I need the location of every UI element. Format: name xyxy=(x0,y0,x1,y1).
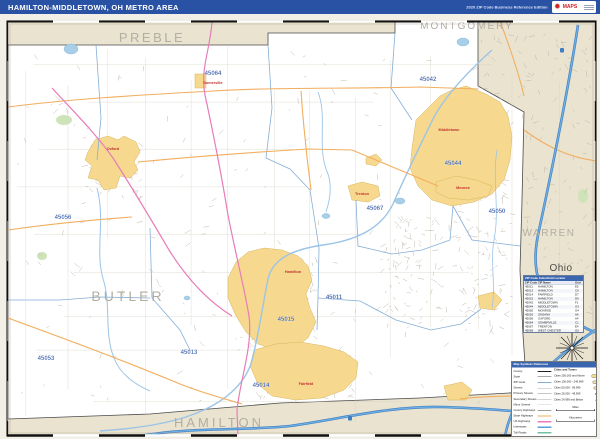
legend-item: Toll Roads xyxy=(514,430,555,436)
line-sample xyxy=(538,410,552,411)
line-sample xyxy=(538,421,552,422)
town-label-trenton: Trenton xyxy=(355,192,370,196)
county-label-butler: BUTLER xyxy=(91,288,164,304)
town-label-oxford: Oxford xyxy=(107,147,120,151)
zip-label-45067: 45067 xyxy=(367,206,384,212)
header-bar: HAMILTON-MIDDLETOWN, OH METRO AREA 2020 … xyxy=(0,0,600,14)
town-label-middletown: Middletown xyxy=(439,128,461,132)
city-symbol-icon xyxy=(593,380,598,384)
edition-label: 2020 ZIP Code Business Reference Edition xyxy=(467,4,548,11)
line-sample xyxy=(538,382,552,383)
zip-label-45050: 45050 xyxy=(489,209,506,215)
city-symbol-icon xyxy=(595,393,597,395)
line-sample xyxy=(538,377,552,378)
scale-bar xyxy=(556,409,595,411)
town-label-somerville: Somerville xyxy=(203,81,222,85)
zip-label-45042: 45042 xyxy=(420,77,437,83)
legend-panel: Map Symbols Reference County State ZIP C… xyxy=(511,361,597,437)
line-sample xyxy=(538,432,552,433)
col-zip-name: ZIP Name xyxy=(537,281,574,285)
city-symbol-icon xyxy=(592,374,598,378)
scale-bar-kilometers: Kilometers xyxy=(554,414,597,425)
line-sample xyxy=(538,405,552,406)
zip-label-45053: 45053 xyxy=(38,356,55,362)
city-symbol-icon xyxy=(596,399,598,401)
county-label-hamilton: HAMILTON xyxy=(174,415,264,430)
town-label-hamilton: Hamilton xyxy=(285,270,302,274)
zip-label-45064: 45064 xyxy=(205,71,222,77)
county-label-warren: WARREN xyxy=(522,228,575,239)
zip-label-45013: 45013 xyxy=(181,350,198,356)
state-inset-title: Ohio xyxy=(536,263,586,274)
publisher-logo: ✹ MAPS xyxy=(552,1,596,13)
scale-bar xyxy=(556,419,595,421)
logo-star-icon: ✹ xyxy=(554,3,561,11)
zip-label-45014: 45014 xyxy=(253,383,270,389)
city-symbol-icon xyxy=(594,387,598,390)
zip-label-45015: 45015 xyxy=(278,317,295,323)
line-sample xyxy=(538,399,552,400)
line-sample xyxy=(538,393,552,394)
county-label-montgomery: MONTGOMERY xyxy=(420,21,514,32)
table-row: 45069WEST CHESTERG5 xyxy=(524,329,584,333)
county-label-preble: PREBLE xyxy=(119,30,185,45)
col-zip-code: ZIP Code xyxy=(524,281,537,285)
line-sample xyxy=(538,388,552,389)
legend-city-symbols: Cities and Towns Cities 250,000 and Abov… xyxy=(554,368,597,436)
zip-index-table: ZIP Code Index/Grid Locator ZIP Code ZIP… xyxy=(523,275,584,333)
logo-brand-text: MAPS xyxy=(563,5,577,10)
town-label-fairfield: Fairfield xyxy=(299,382,314,386)
zip-label-45044: 45044 xyxy=(445,161,462,167)
scale-bar-miles: Miles xyxy=(554,403,597,414)
zip-label-45011: 45011 xyxy=(326,295,343,301)
line-sample xyxy=(538,426,552,428)
metro-map-canvas: PREBLE MONTGOMERY BUTLER WARREN HAMILTON… xyxy=(0,0,600,439)
page-title: HAMILTON-MIDDLETOWN, OH METRO AREA xyxy=(0,3,179,12)
zip-label-45056: 45056 xyxy=(55,215,72,221)
line-sample xyxy=(538,415,552,416)
logo-address-lines xyxy=(584,5,594,10)
legend-line-symbols: County State ZIP Code Streets Primary St… xyxy=(512,368,554,436)
col-grid: Grid xyxy=(574,281,584,285)
line-sample xyxy=(538,371,552,372)
town-label-monroe: Monroe xyxy=(456,186,470,190)
